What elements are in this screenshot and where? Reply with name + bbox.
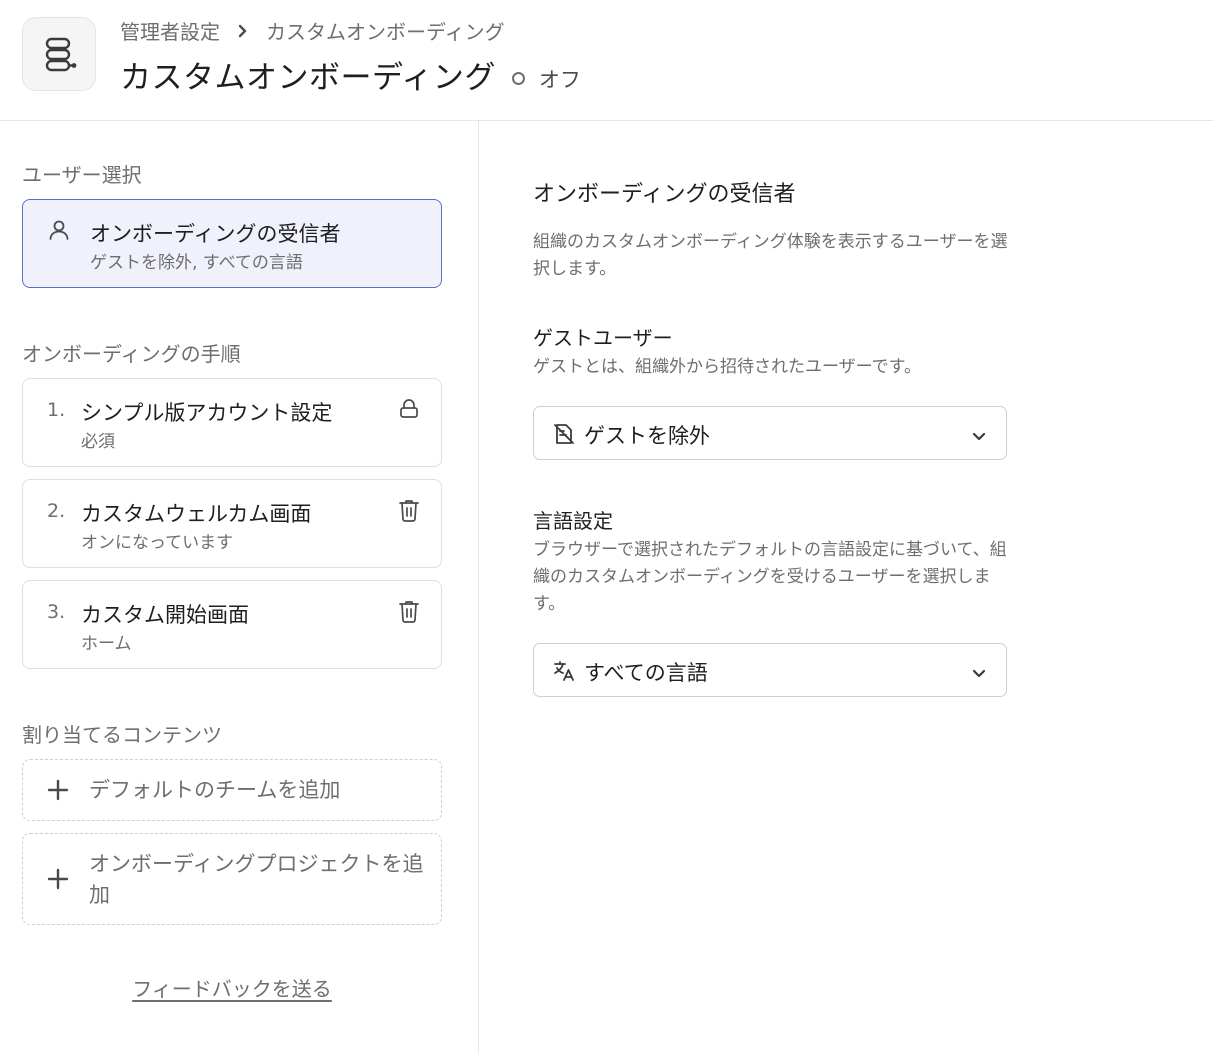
step-card-account-setup[interactable]: 1. シンプル版アカウント設定 必須	[22, 378, 442, 467]
add-default-team-button[interactable]: デフォルトのチームを追加	[22, 759, 442, 821]
status-dot-icon	[511, 72, 525, 85]
chevron-down-icon	[972, 663, 986, 682]
language-heading: 言語設定	[533, 509, 613, 533]
lock-icon	[397, 397, 421, 421]
step-title: カスタムウェルカム画面	[81, 502, 312, 526]
plus-icon	[47, 779, 69, 805]
recipient-subtitle: ゲストを除外, すべての言語	[90, 253, 303, 273]
plus-icon	[47, 868, 69, 894]
language-select-value: すべての言語	[584, 661, 708, 685]
left-panel: ユーザー選択 オンボーディングの受信者 ゲストを除外, すべての言語 オンボーデ…	[0, 121, 479, 1053]
title-row: カスタムオンボーディング オフ	[120, 52, 581, 97]
recipients-heading: オンボーディングの受信者	[533, 182, 796, 207]
onboarding-icon	[22, 17, 96, 91]
guest-users-description: ゲストとは、組織外から招待されたユーザーです。	[533, 357, 921, 377]
step-subtitle: ホーム	[81, 634, 132, 654]
content-label: 割り当てるコンテンツ	[22, 723, 222, 747]
translate-icon	[552, 659, 576, 687]
trash-icon[interactable]	[397, 599, 421, 623]
recipient-card[interactable]: オンボーディングの受信者 ゲストを除外, すべての言語	[22, 199, 442, 288]
breadcrumb-admin-settings[interactable]: 管理者設定	[120, 16, 220, 45]
chevron-down-icon	[972, 426, 986, 445]
language-select[interactable]: すべての言語	[533, 643, 1007, 697]
step-card-start-screen[interactable]: 3. カスタム開始画面 ホーム	[22, 580, 442, 669]
step-subtitle: 必須	[81, 432, 115, 452]
language-description: ブラウザーで選択されたデフォルトの言語設定に基づいて、組織のカスタムオンボーディ…	[533, 540, 1007, 614]
guest-excluded-icon	[552, 422, 576, 450]
step-card-welcome-screen[interactable]: 2. カスタムウェルカム画面 オンになっています	[22, 479, 442, 568]
recipients-description: 組織のカスタムオンボーディング体験を表示するユーザーを選択します。	[533, 232, 1008, 279]
user-icon	[47, 218, 71, 246]
breadcrumb-current: カスタムオンボーディング	[266, 20, 505, 44]
recipient-title: オンボーディングの受信者	[90, 222, 341, 246]
step-number: 1.	[47, 399, 66, 421]
step-number: 3.	[47, 601, 66, 623]
add-default-team-label: デフォルトのチームを追加	[89, 778, 341, 802]
breadcrumb: 管理者設定 カスタムオンボーディング	[120, 16, 505, 45]
page-title: カスタムオンボーディング	[120, 60, 496, 96]
step-subtitle: オンになっています	[81, 533, 234, 553]
send-feedback-link[interactable]: フィードバックを送る	[0, 973, 464, 1002]
status-badge: オフ	[538, 67, 581, 92]
step-title: カスタム開始画面	[81, 603, 249, 627]
step-title: シンプル版アカウント設定	[81, 401, 333, 425]
page-header: 管理者設定 カスタムオンボーディング カスタムオンボーディング オフ	[0, 0, 1213, 121]
guest-users-heading: ゲストユーザー	[533, 326, 673, 350]
user-select-label: ユーザー選択	[22, 163, 142, 187]
guest-select-value: ゲストを除外	[584, 424, 710, 448]
trash-icon[interactable]	[397, 498, 421, 522]
add-onboarding-project-button[interactable]: オンボーディングプロジェクトを追加	[22, 833, 442, 925]
chevron-right-icon	[238, 24, 248, 38]
add-onboarding-project-label: オンボーディングプロジェクトを追加	[89, 852, 424, 907]
guest-select[interactable]: ゲストを除外	[533, 406, 1007, 460]
steps-label: オンボーディングの手順	[22, 342, 241, 366]
right-panel: オンボーディングの受信者 組織のカスタムオンボーディング体験を表示するユーザーを…	[480, 121, 1213, 1053]
step-number: 2.	[47, 500, 66, 522]
